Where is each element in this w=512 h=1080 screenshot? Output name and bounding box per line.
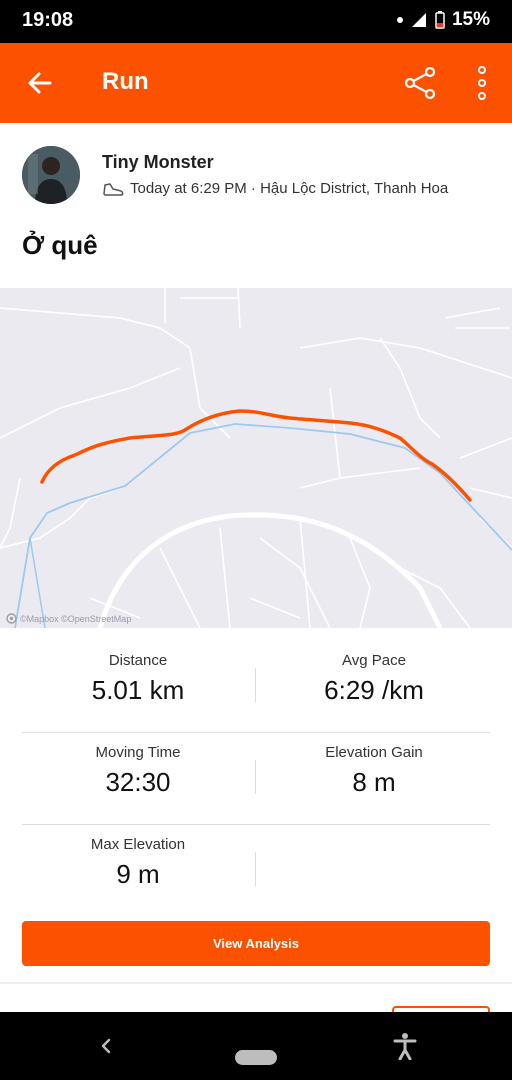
more-vert-icon bbox=[478, 66, 486, 100]
avatar[interactable] bbox=[22, 146, 80, 204]
stat-value: 6:29 /km bbox=[324, 675, 424, 705]
stat-divider bbox=[255, 852, 256, 886]
stat-label: Max Elevation bbox=[90, 836, 186, 853]
stat-value: 32:30 bbox=[105, 767, 171, 797]
more-options-button[interactable] bbox=[466, 63, 498, 103]
battery-level: 15% bbox=[451, 9, 490, 30]
nav-back-button[interactable] bbox=[92, 1032, 120, 1060]
status-icons: 15% bbox=[396, 9, 490, 31]
system-nav-bar bbox=[0, 1012, 512, 1080]
stat-divider bbox=[255, 668, 256, 702]
row-divider bbox=[22, 824, 490, 825]
section-divider bbox=[0, 982, 512, 984]
stat-max-elevation: Max Elevation 9 m bbox=[22, 836, 254, 890]
accessibility-icon bbox=[393, 1033, 417, 1060]
arrow-back-icon bbox=[28, 72, 52, 94]
stat-value: 5.01 km bbox=[91, 675, 185, 705]
activity-meta-text: Today at 6:29 PM · Hậu Lộc District, Tha… bbox=[130, 180, 449, 197]
stat-label: Distance bbox=[108, 652, 168, 669]
stat-label: Avg Pace bbox=[342, 652, 406, 669]
athlete-name[interactable]: Tiny Monster bbox=[102, 152, 214, 173]
share-icon bbox=[404, 66, 436, 100]
view-analysis-button[interactable]: View Analysis bbox=[22, 921, 490, 966]
avatar-image bbox=[22, 146, 80, 204]
app-bar: Run bbox=[0, 43, 512, 123]
share-button[interactable] bbox=[400, 63, 440, 103]
row-divider bbox=[22, 732, 490, 733]
stat-label: Moving Time bbox=[95, 744, 181, 761]
map-credit[interactable]: ©Mapbox ©OpenStreetMap bbox=[6, 613, 131, 624]
map-graphic bbox=[0, 288, 512, 628]
nav-home-button[interactable] bbox=[235, 1050, 277, 1065]
stat-divider bbox=[255, 760, 256, 794]
page-title: Run bbox=[102, 68, 149, 95]
stat-elevation-gain: Elevation Gain 8 m bbox=[258, 744, 490, 798]
stat-avg-pace: Avg Pace 6:29 /km bbox=[258, 652, 490, 706]
accessibility-button[interactable] bbox=[390, 1030, 420, 1062]
activity-title: Ở quê bbox=[22, 230, 98, 260]
notification-dot-icon bbox=[396, 17, 403, 23]
activity-meta: Today at 6:29 PM · Hậu Lộc District, Tha… bbox=[102, 180, 448, 197]
back-button[interactable] bbox=[22, 65, 58, 101]
chevron-left-icon bbox=[101, 1038, 111, 1054]
stat-value: 9 m bbox=[116, 859, 160, 889]
shoe-icon bbox=[103, 182, 124, 196]
battery-icon bbox=[435, 11, 445, 29]
status-bar: 19:08 15% bbox=[0, 0, 512, 43]
status-time: 19:08 bbox=[22, 9, 74, 31]
stat-value: 8 m bbox=[352, 767, 396, 797]
stat-distance: Distance 5.01 km bbox=[22, 652, 254, 706]
stat-moving-time: Moving Time 32:30 bbox=[22, 744, 254, 798]
signal-icon bbox=[411, 13, 426, 27]
route-map[interactable]: ©Mapbox ©OpenStreetMap bbox=[0, 288, 512, 628]
map-credit-text: ©Mapbox ©OpenStreetMap bbox=[20, 613, 132, 624]
stat-label: Elevation Gain bbox=[325, 744, 423, 761]
mapbox-logo-icon bbox=[6, 613, 17, 624]
